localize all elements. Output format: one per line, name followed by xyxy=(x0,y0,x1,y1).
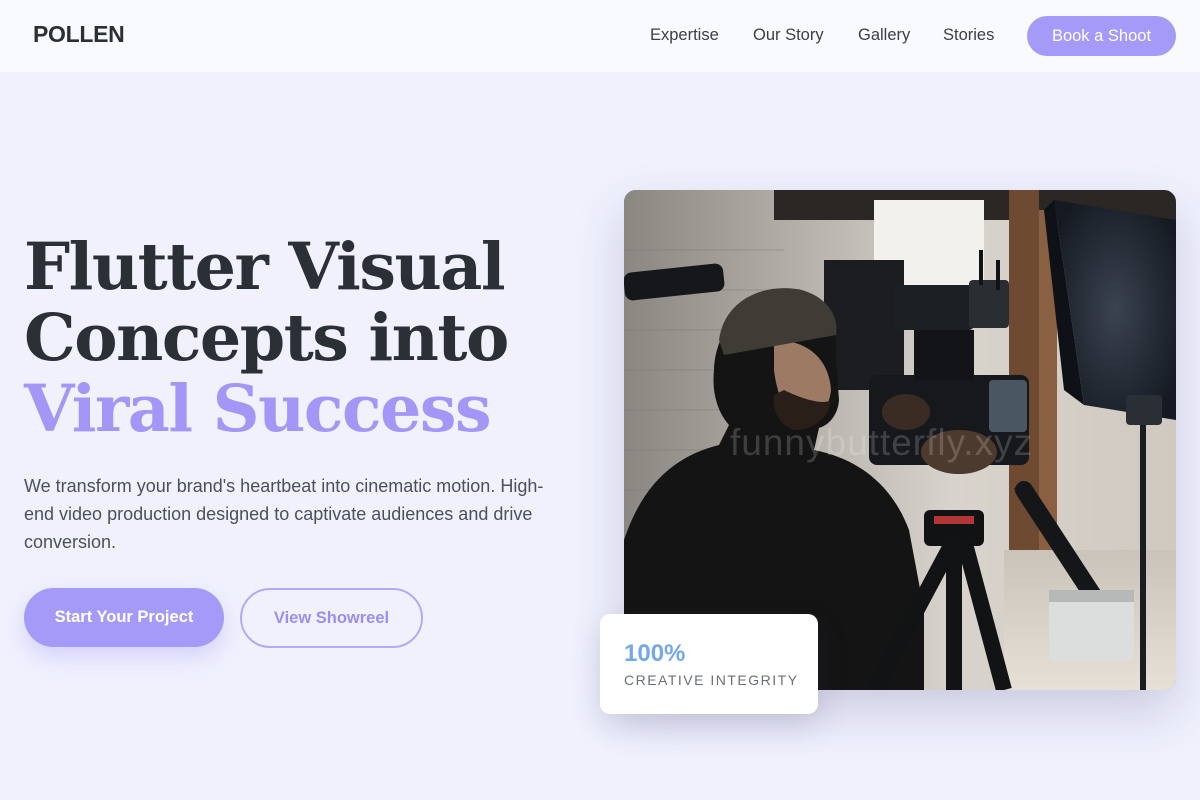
book-shoot-button[interactable]: Book a Shoot xyxy=(1027,16,1176,56)
headline-line-1: Flutter Visual xyxy=(24,229,506,305)
nav-link-stories[interactable]: Stories xyxy=(943,26,994,45)
stat-value: 100% xyxy=(624,640,686,667)
stat-card: 100% CREATIVE INTEGRITY xyxy=(600,614,818,714)
nav-link-expertise[interactable]: Expertise xyxy=(650,26,719,45)
hero-headline: Flutter Visual Concepts into Viral Succe… xyxy=(24,232,584,445)
headline-line-2: Concepts into xyxy=(24,300,509,376)
headline-accent: Viral Success xyxy=(24,371,492,447)
nav-link-gallery[interactable]: Gallery xyxy=(858,26,910,45)
hero-subtext: We transform your brand's heartbeat into… xyxy=(24,476,544,552)
nav-link-our-story[interactable]: Our Story xyxy=(753,26,824,45)
main-nav: Expertise Our Story Gallery Stories Book… xyxy=(0,0,1200,72)
view-showreel-button[interactable]: View Showreel xyxy=(240,588,423,648)
image-watermark: funnybutterfly.xyz xyxy=(730,422,1034,463)
stat-label: CREATIVE INTEGRITY xyxy=(624,672,799,688)
start-project-button[interactable]: Start Your Project xyxy=(24,588,224,647)
site-header: POLLEN Expertise Our Story Gallery Stori… xyxy=(0,0,1200,72)
